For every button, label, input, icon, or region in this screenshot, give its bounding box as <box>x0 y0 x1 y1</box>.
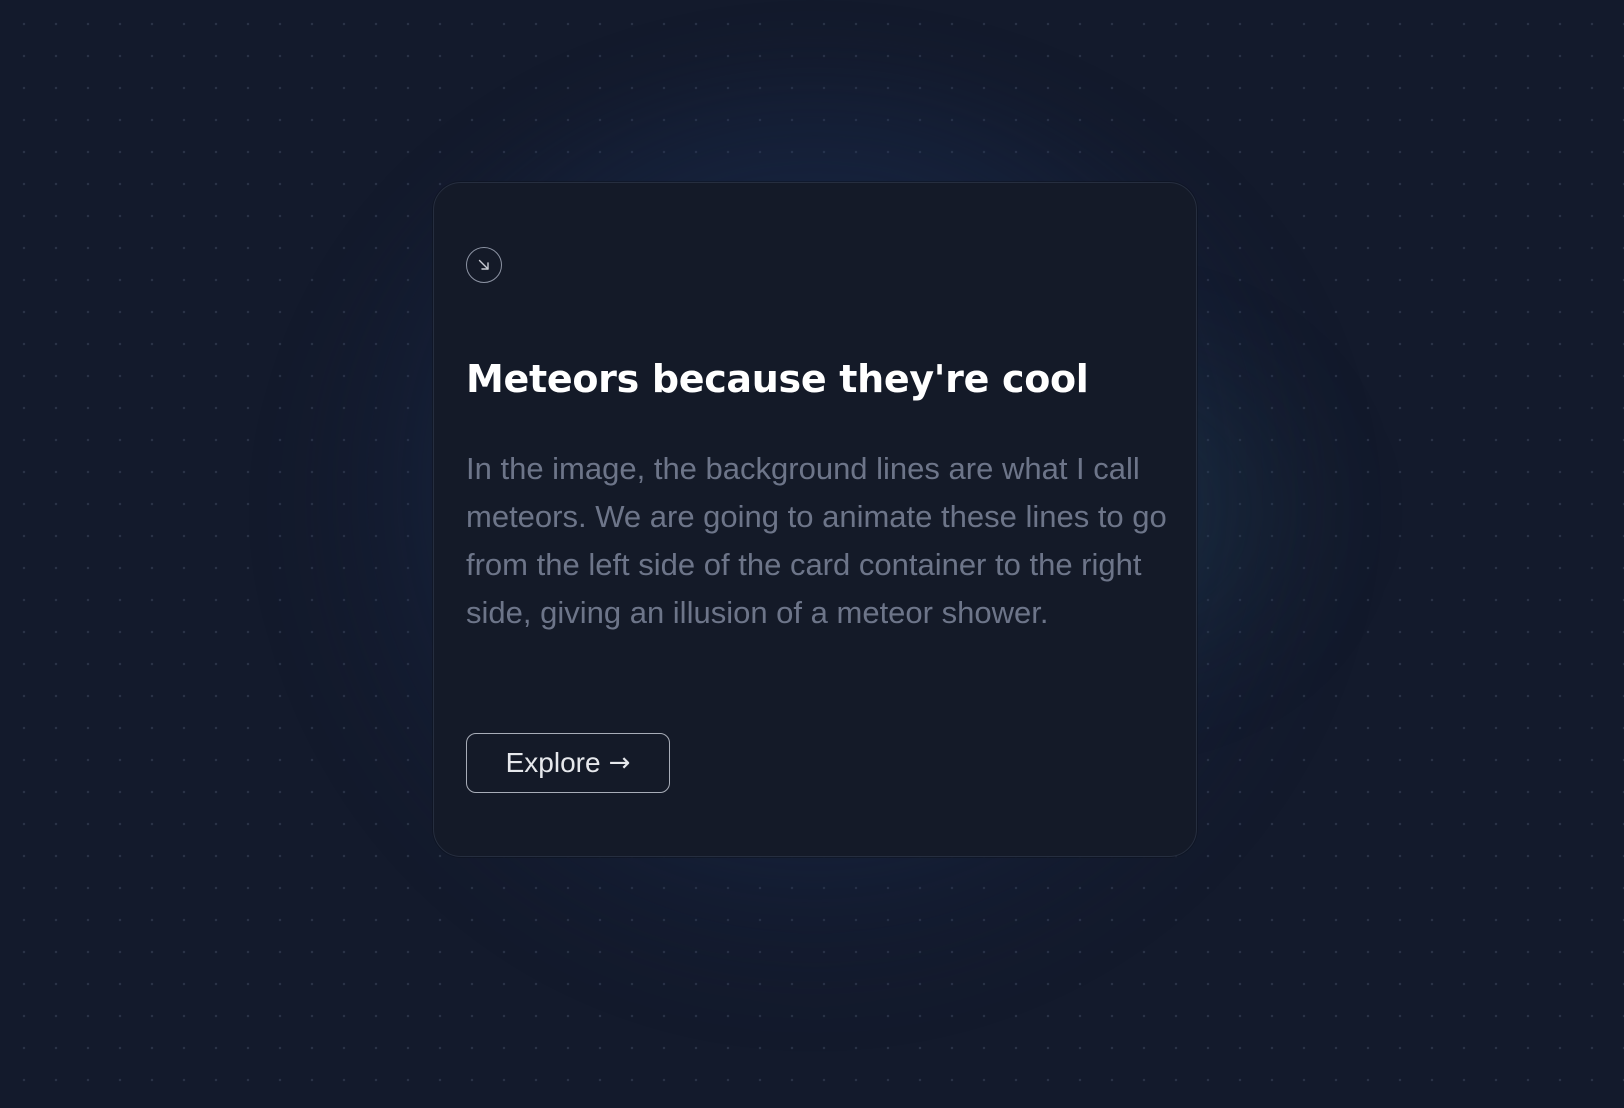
explore-button-label: Explore <box>505 747 601 778</box>
arrow-right-icon: → <box>608 748 631 778</box>
card-description: In the image, the background lines are w… <box>466 451 1167 630</box>
meteor-card: Meteors because they're cool In the imag… <box>433 182 1197 857</box>
explore-button[interactable]: Explore → <box>466 733 670 793</box>
card-title: Meteors because they're cool <box>466 357 1089 401</box>
page-background: Meteors because they're cool In the imag… <box>0 0 1624 1108</box>
arrow-down-right-icon <box>466 247 502 283</box>
arrow-down-right-glyph <box>478 259 489 270</box>
